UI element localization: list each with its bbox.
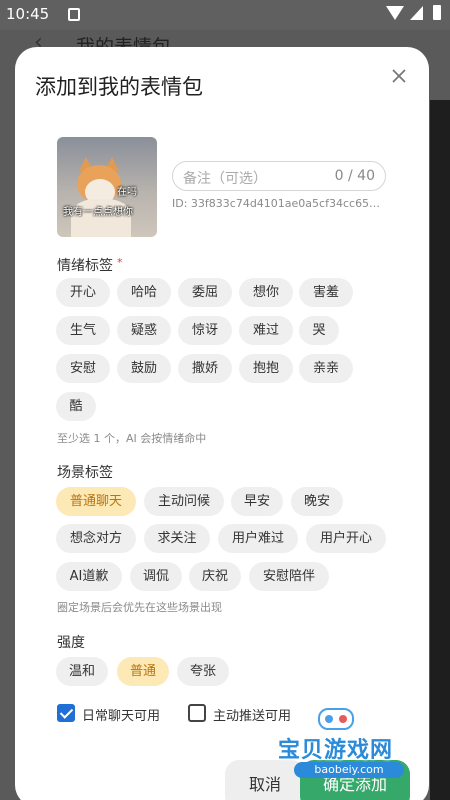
note-counter: 0 / 40 (334, 168, 375, 184)
emotion-chip[interactable]: 抱抱 (239, 354, 293, 383)
status-time: 10:45 (6, 5, 50, 23)
scene-chip[interactable]: 晚安 (291, 487, 343, 516)
emotion-chip[interactable]: 害羞 (299, 278, 353, 307)
wifi-icon (386, 6, 404, 20)
daily-chat-label: 日常聊天可用 (82, 709, 161, 724)
emotion-chip[interactable]: 开心 (56, 278, 110, 307)
battery-icon (433, 5, 441, 20)
intensity-label: 强度 (57, 635, 85, 651)
scene-chip[interactable]: 安慰陪伴 (249, 562, 329, 591)
emotion-chip[interactable]: 安慰 (56, 354, 110, 383)
emotion-hint: 至少选 1 个，AI 会按情绪命中 (57, 432, 207, 445)
dialog-title: 添加到我的表情包 (35, 75, 203, 99)
emotion-chip[interactable]: 惊讶 (178, 316, 232, 345)
emotion-label: 情绪标签 * (57, 255, 123, 275)
sticker-preview: 在吗 我有一点点想你 (57, 137, 157, 237)
emotion-chip[interactable]: 想你 (239, 278, 293, 307)
note-placeholder: 备注（可选） (183, 171, 267, 187)
signal-icon (410, 6, 423, 20)
scene-chip[interactable]: AI道歉 (56, 562, 122, 591)
emotion-label-text: 情绪标签 (57, 258, 113, 274)
emotion-chip[interactable]: 鼓励 (117, 354, 171, 383)
scene-label: 场景标签 (57, 465, 113, 481)
emotion-chip[interactable]: 亲亲 (299, 354, 353, 383)
daily-chat-checkbox[interactable] (57, 704, 75, 722)
emotion-chip[interactable]: 疑惑 (117, 316, 171, 345)
sticker-caption-bottom: 我有一点点想你 (63, 207, 133, 218)
scene-chip-selected[interactable]: 普通聊天 (56, 487, 136, 516)
scene-chip[interactable]: 想念对方 (56, 524, 136, 553)
note-input[interactable]: 备注（可选） 0 / 40 (172, 161, 386, 191)
sticker-id: ID: 33f833c74d4101ae0a5cf34cc65… (172, 197, 381, 210)
scene-chip[interactable]: 求关注 (144, 524, 210, 553)
background-content-edge (430, 100, 450, 800)
intensity-chip[interactable]: 夸张 (177, 657, 229, 686)
scene-chip[interactable]: 庆祝 (189, 562, 241, 591)
scene-chip[interactable]: 调侃 (130, 562, 182, 591)
scene-chip[interactable]: 主动问候 (144, 487, 224, 516)
scene-chip[interactable]: 用户难过 (218, 524, 298, 553)
watermark-url: baobeiy.com (294, 762, 404, 778)
intensity-chip[interactable]: 温和 (56, 657, 108, 686)
gamepad-icon (318, 708, 354, 730)
sticker-caption-top: 在吗 (117, 187, 137, 198)
scene-hint: 圈定场景后会优先在这些场景出现 (57, 601, 222, 614)
status-bar: 10:45 (0, 0, 450, 30)
intensity-chip-selected[interactable]: 普通 (117, 657, 169, 686)
emotion-chip[interactable]: 撒娇 (178, 354, 232, 383)
scene-chip[interactable]: 早安 (231, 487, 283, 516)
add-sticker-dialog: 添加到我的表情包 在吗 我有一点点想你 备注（可选） 0 / 40 ID: 33… (15, 47, 429, 800)
watermark-text: 宝贝游戏网 (278, 738, 394, 763)
site-watermark: 宝贝游戏网 baobeiy.com (270, 700, 450, 800)
close-icon[interactable] (388, 65, 410, 87)
emotion-chip[interactable]: 哭 (299, 316, 339, 345)
emotion-chip[interactable]: 酷 (56, 392, 96, 421)
active-push-checkbox[interactable] (188, 704, 206, 722)
emotion-chip[interactable]: 哈哈 (117, 278, 171, 307)
emotion-chip[interactable]: 难过 (239, 316, 293, 345)
emotion-chip[interactable]: 生气 (56, 316, 110, 345)
notification-icon (68, 8, 80, 21)
scene-chip[interactable]: 用户开心 (306, 524, 386, 553)
required-mark: * (117, 256, 123, 269)
emotion-chip[interactable]: 委屈 (178, 278, 232, 307)
